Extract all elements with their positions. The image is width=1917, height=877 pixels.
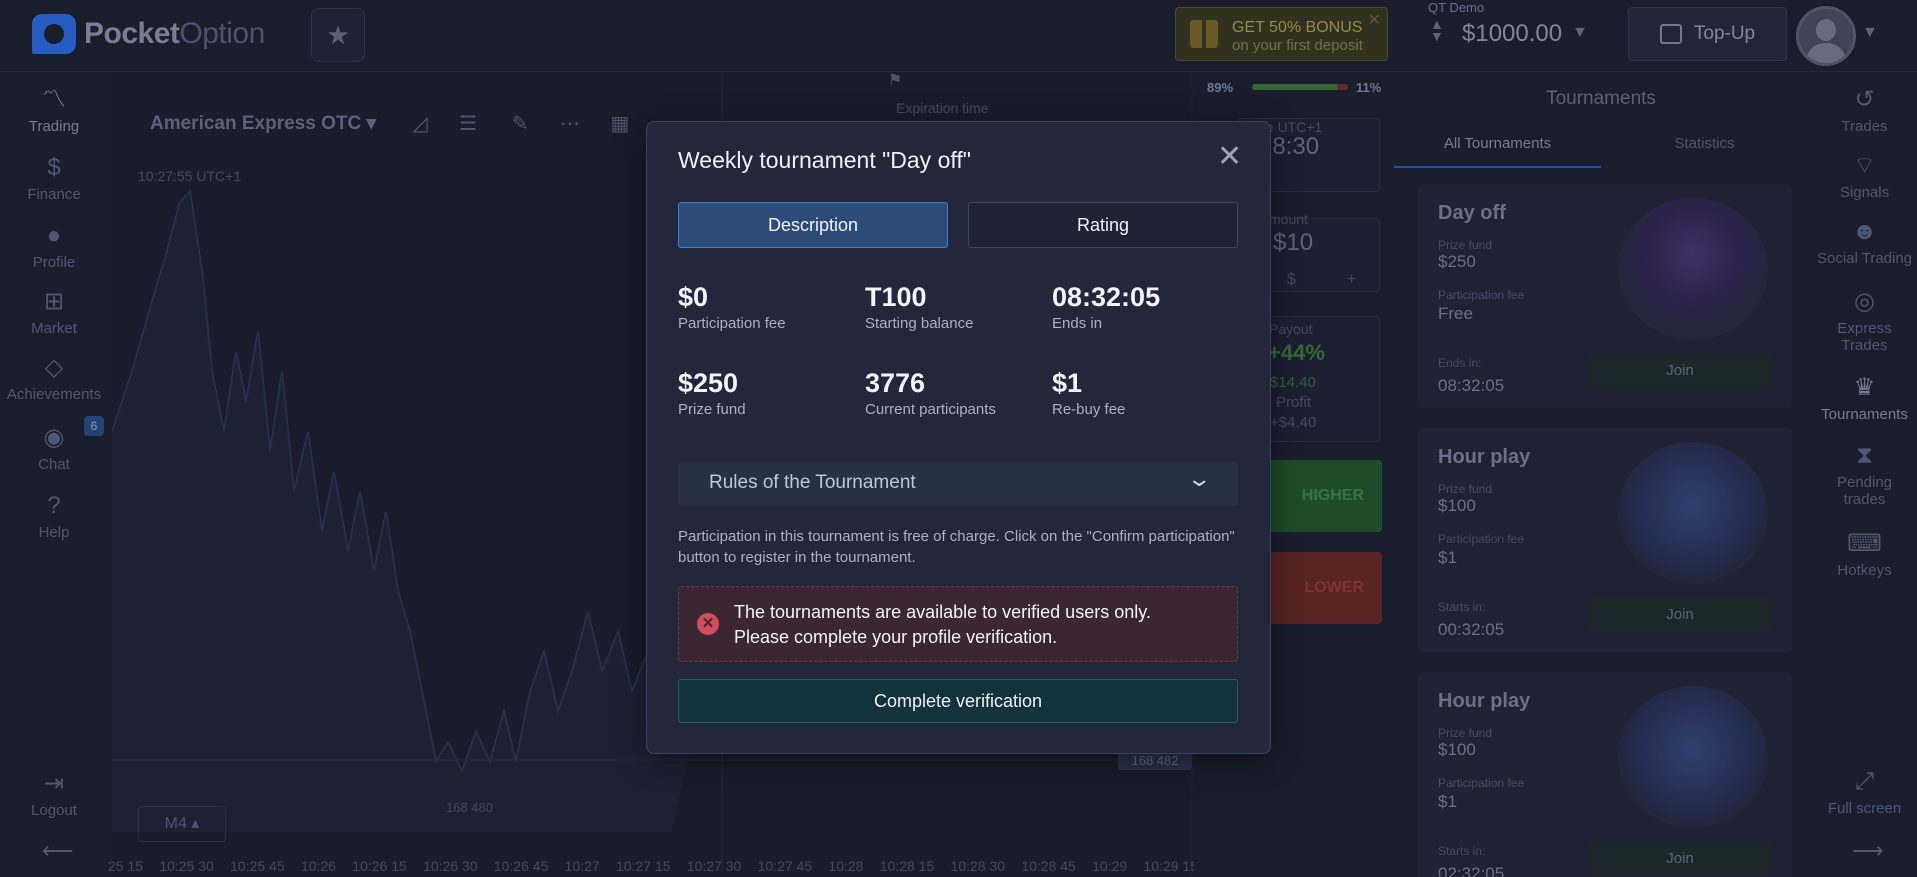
tournament-description: Participation in this tournament is free… — [678, 528, 1235, 566]
tab-description[interactable]: Description — [678, 202, 948, 248]
stat-label: Ends in — [1052, 315, 1103, 332]
stat-rebuy-fee: $1 Re-buy fee — [1052, 368, 1232, 418]
alert-line-2: Please complete your profile verificatio… — [734, 627, 1058, 647]
stat-label: Re-buy fee — [1052, 401, 1126, 418]
stat-label: Participation fee — [678, 315, 786, 332]
stat-prize-fund: $250 Prize fund — [678, 368, 858, 418]
stat-label: Prize fund — [678, 401, 746, 418]
chevron-down-icon: ⌄ — [1186, 466, 1213, 491]
stat-value: $250 — [678, 368, 739, 398]
stat-participation-fee: $0 Participation fee — [678, 282, 858, 332]
error-icon: ✕ — [697, 613, 719, 635]
stat-label: Current participants — [865, 401, 996, 418]
stat-value: 3776 — [865, 368, 926, 398]
tournament-modal: Weekly tournament "Day off" ✕ Descriptio… — [646, 121, 1271, 754]
close-icon[interactable]: ✕ — [1217, 142, 1242, 172]
stat-label: Starting balance — [865, 315, 974, 332]
rules-label: Rules of the Tournament — [709, 472, 916, 493]
rules-accordion[interactable]: Rules of the Tournament ⌄ — [678, 462, 1238, 506]
tab-rating[interactable]: Rating — [968, 202, 1238, 248]
alert-line-1: The tournaments are available to verifie… — [734, 602, 1151, 622]
stat-ends-in: 08:32:05 Ends in — [1052, 282, 1232, 332]
stat-value: $0 — [678, 282, 709, 312]
stat-value: 08:32:05 — [1052, 282, 1161, 312]
stat-value: T100 — [865, 282, 927, 312]
verification-alert: ✕ The tournaments are available to verif… — [678, 586, 1238, 662]
modal-title: Weekly tournament "Day off" — [678, 147, 971, 173]
stat-value: $1 — [1052, 368, 1083, 398]
stat-starting-balance: T100 Starting balance — [865, 282, 1045, 332]
complete-verification-button[interactable]: Complete verification — [678, 679, 1238, 723]
stat-current-participants: 3776 Current participants — [865, 368, 1045, 418]
